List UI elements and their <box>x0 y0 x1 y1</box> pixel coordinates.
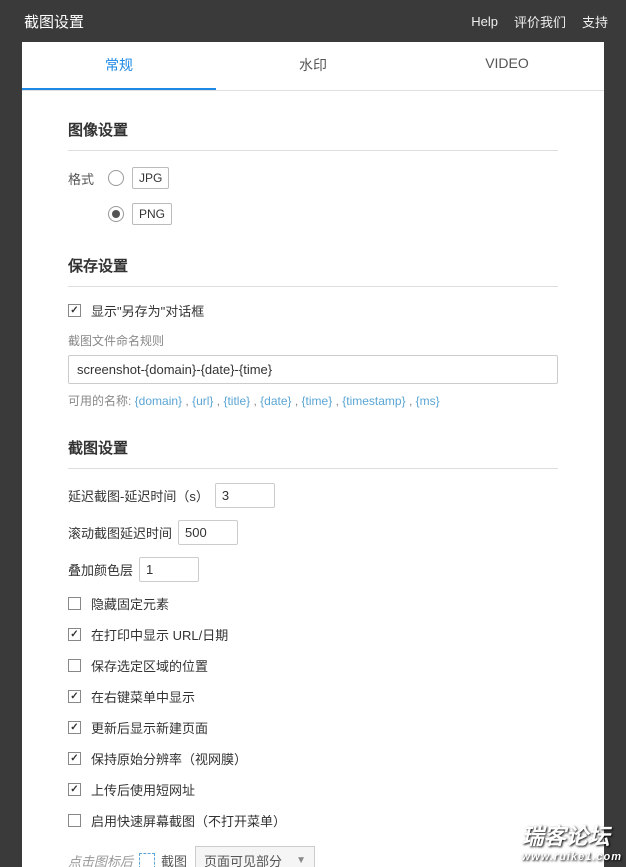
delay-input[interactable] <box>215 483 275 508</box>
capture-mode-value: 页面可见部分 <box>204 851 282 867</box>
format-label: 格式 <box>68 169 100 188</box>
checkbox-short-url[interactable] <box>68 783 81 796</box>
filename-tokens-hint: 可用的名称: {domain} , {url} , {title} , {dat… <box>68 392 558 409</box>
capture-icon <box>139 853 155 867</box>
label-hide-fixed: 隐藏固定元素 <box>91 594 169 613</box>
checkbox-retina[interactable] <box>68 752 81 765</box>
settings-panel: 常规 水印 VIDEO 图像设置 格式 JPG PNG 保存设置 显示"另存为"… <box>22 42 604 867</box>
checkbox-show-url-date[interactable] <box>68 628 81 641</box>
tabs-bar: 常规 水印 VIDEO <box>22 42 604 91</box>
overlay-input[interactable] <box>139 557 199 582</box>
capture-word: 截图 <box>161 851 187 867</box>
checkbox-save-as[interactable] <box>68 304 81 317</box>
checkbox-context-menu[interactable] <box>68 690 81 703</box>
save-settings-heading: 保存设置 <box>68 255 558 287</box>
token-timestamp: {timestamp} <box>342 394 405 408</box>
label-context-menu: 在右键菜单中显示 <box>91 687 195 706</box>
checkbox-save-region[interactable] <box>68 659 81 672</box>
settings-content: 图像设置 格式 JPG PNG 保存设置 显示"另存为"对话框 截图文件命名规则… <box>22 91 604 867</box>
delay-label: 延迟截图-延迟时间（s） <box>68 486 209 505</box>
support-link[interactable]: 支持 <box>582 12 608 31</box>
format-row-jpg: 格式 JPG <box>68 165 558 191</box>
token-domain: {domain} <box>135 394 182 408</box>
label-show-new-page: 更新后显示新建页面 <box>91 718 208 737</box>
click-icon-row: 点击图标后 截图 页面可见部分 ▼ <box>68 846 558 867</box>
tab-video[interactable]: VIDEO <box>410 42 604 90</box>
hint-prefix: 可用的名称: <box>68 394 135 408</box>
checkbox-save-as-label: 显示"另存为"对话框 <box>91 301 204 320</box>
filename-rule-input[interactable] <box>68 355 558 384</box>
tab-general[interactable]: 常规 <box>22 42 216 90</box>
rate-us-link[interactable]: 评价我们 <box>514 12 566 31</box>
chevron-down-icon: ▼ <box>296 855 306 866</box>
scroll-delay-label: 滚动截图延迟时间 <box>68 523 172 542</box>
checkbox-show-new-page[interactable] <box>68 721 81 734</box>
radio-jpg[interactable] <box>108 170 124 186</box>
checkbox-quick-capture[interactable] <box>68 814 81 827</box>
label-save-region: 保存选定区域的位置 <box>91 656 208 675</box>
token-date: {date} <box>260 394 291 408</box>
filename-rule-label: 截图文件命名规则 <box>68 332 558 349</box>
scroll-delay-input[interactable] <box>178 520 238 545</box>
click-icon-prefix: 点击图标后 <box>68 851 133 867</box>
format-png-box[interactable]: PNG <box>132 203 172 225</box>
radio-png[interactable] <box>108 206 124 222</box>
label-retina: 保持原始分辨率（视网膜） <box>91 749 247 768</box>
label-show-url-date: 在打印中显示 URL/日期 <box>91 625 228 644</box>
tab-watermark[interactable]: 水印 <box>216 42 410 90</box>
token-ms: {ms} <box>416 394 440 408</box>
screenshot-settings-heading: 截图设置 <box>68 437 558 469</box>
format-jpg-box[interactable]: JPG <box>132 167 169 189</box>
checkbox-hide-fixed[interactable] <box>68 597 81 610</box>
label-quick-capture: 启用快速屏幕截图（不打开菜单） <box>91 811 286 830</box>
token-title: {title} <box>223 394 250 408</box>
token-url: {url} <box>192 394 213 408</box>
app-title: 截图设置 <box>24 11 84 32</box>
token-time: {time} <box>302 394 333 408</box>
app-header: 截图设置 Help 评价我们 支持 <box>0 0 626 42</box>
overlay-label: 叠加颜色层 <box>68 560 133 579</box>
capture-mode-select[interactable]: 页面可见部分 ▼ <box>195 846 315 867</box>
format-row-png: PNG <box>68 201 558 227</box>
image-settings-heading: 图像设置 <box>68 119 558 151</box>
label-short-url: 上传后使用短网址 <box>91 780 195 799</box>
help-link[interactable]: Help <box>471 14 498 29</box>
